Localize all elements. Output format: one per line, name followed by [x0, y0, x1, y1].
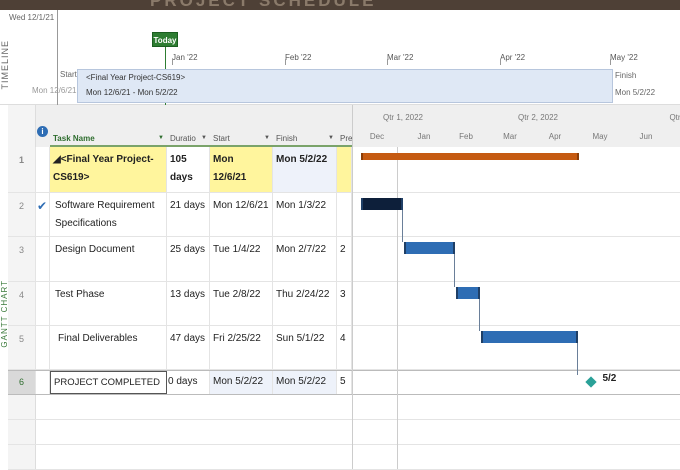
cell-num: 6	[8, 371, 36, 394]
cell-pred[interactable]	[337, 147, 352, 192]
timescale-month: Jun	[639, 132, 653, 141]
timeline-view[interactable]: TIMELINE Wed 12/1/21 Today Jan '22 Feb '…	[0, 10, 680, 105]
task-bar[interactable]	[480, 331, 578, 343]
cell-pred[interactable]: 2	[337, 237, 352, 281]
timeline-project-range: Mon 12/6/21 - Mon 5/2/22	[86, 88, 178, 97]
cell-pred[interactable]: 5	[337, 371, 352, 394]
cell-name[interactable]: Software Requirement Specifications	[50, 193, 167, 236]
column-label: Finish	[276, 134, 298, 143]
timeline-side-label: TIMELINE	[0, 40, 10, 90]
cell-num: 1	[8, 147, 36, 192]
cell-ind	[36, 326, 50, 369]
timescale-month: Mar	[503, 132, 517, 141]
dropdown-arrow-icon[interactable]: ▼	[201, 130, 207, 147]
timescale-quarter: Qtr 2, 2022	[517, 113, 559, 122]
cell-pred[interactable]: 4	[337, 326, 352, 369]
cell-finish[interactable]: Mon 2/7/22	[273, 237, 337, 281]
timeline-month: Jan '22	[172, 53, 198, 65]
cell-dur[interactable]: 13 days	[167, 282, 210, 325]
column-header-task-name[interactable]: Task Name ▼	[50, 130, 167, 147]
cell-ind	[36, 282, 50, 325]
cell-start[interactable]: Tue 1/4/22	[210, 237, 273, 281]
cell-name[interactable]: PROJECT COMPLETED	[50, 371, 167, 394]
cell-num: 5	[8, 326, 36, 369]
cell-ind: ✔	[36, 193, 50, 236]
cell-pred[interactable]	[337, 193, 352, 236]
cell-finish[interactable]: Thu 2/24/22	[273, 282, 337, 325]
timeline-project-bar[interactable]: <Final Year Project-CS619> Mon 12/6/21 -…	[77, 69, 613, 103]
column-header-finish[interactable]: Finish ▼	[273, 130, 337, 147]
timescale-month: Jan	[417, 132, 431, 141]
cell-num: 3	[8, 237, 36, 281]
timescale-month: May	[592, 132, 608, 141]
dependency-link	[454, 254, 456, 287]
column-label: Duratio	[170, 134, 196, 143]
today-marker: Today	[152, 32, 178, 47]
cell-dur[interactable]: 0 days	[167, 371, 210, 394]
gantt-chart-area[interactable]: 5/2	[352, 147, 680, 469]
timeline-month: Apr '22	[500, 53, 526, 65]
dropdown-arrow-icon[interactable]: ▼	[158, 130, 164, 147]
cell-start[interactable]: Fri 2/25/22	[210, 326, 273, 369]
cell-finish[interactable]: Mon 1/3/22	[273, 193, 337, 236]
cell-name[interactable]: ◢<Final Year Project-CS619>	[50, 147, 167, 192]
timeline-month: May '22	[610, 53, 638, 65]
banner-title: PROJECT SCHEDULE	[150, 0, 377, 10]
timescale-month: Apr	[548, 132, 562, 141]
column-label: Start	[213, 134, 230, 143]
cell-finish[interactable]: Mon 5/2/22	[273, 371, 337, 394]
cell-finish[interactable]: Mon 5/2/22	[273, 147, 337, 192]
cell-num: 4	[8, 282, 36, 325]
cell-ind	[36, 237, 50, 281]
column-label: Task Name	[53, 134, 95, 143]
cell-name[interactable]: Design Document	[50, 237, 167, 281]
timeline-project-name: <Final Year Project-CS619>	[86, 73, 186, 82]
cell-ind	[36, 147, 50, 192]
gantt-timescale: Qtr 1, 2022 Qtr 2, 2022 Qtr Dec Jan Feb …	[352, 105, 680, 147]
completed-task-bar[interactable]	[360, 198, 404, 210]
banner: PROJECT SCHEDULE	[0, 0, 680, 10]
milestone-diamond-icon[interactable]	[585, 376, 598, 388]
timeline-current-date: Wed 12/1/21	[9, 13, 55, 22]
timescale-month: Dec	[369, 132, 385, 141]
timeline-month: Mar '22	[387, 53, 414, 65]
timeline-start-date: Mon 12/6/21	[32, 86, 77, 95]
column-header-duration[interactable]: Duratio ▼	[167, 130, 210, 147]
task-bar[interactable]	[455, 287, 481, 299]
summary-bar[interactable]	[360, 153, 580, 160]
cell-dur[interactable]: 21 days	[167, 193, 210, 236]
cell-finish[interactable]: Sun 5/1/22	[273, 326, 337, 369]
cell-pred[interactable]: 3	[337, 282, 352, 325]
cell-start[interactable]: Mon 12/6/21	[210, 193, 273, 236]
cell-dur[interactable]: 25 days	[167, 237, 210, 281]
timeline-month: Feb '22	[285, 53, 312, 65]
timescale-quarter: Qtr	[669, 113, 680, 122]
cell-ind	[36, 371, 50, 394]
column-header-predecessors[interactable]: Pre	[337, 130, 352, 147]
timeline-finish-date: Mon 5/2/22	[615, 88, 656, 97]
timeline-finish-label: Finish	[615, 71, 637, 80]
cell-num: 2	[8, 193, 36, 236]
cell-name[interactable]: Test Phase	[50, 282, 167, 325]
task-bar[interactable]	[403, 242, 456, 254]
timeline-start-label: Start	[60, 70, 77, 79]
info-column-icon[interactable]: i	[37, 126, 48, 137]
timescale-month: Feb	[459, 132, 473, 141]
cell-dur[interactable]: 47 days	[167, 326, 210, 369]
timescale-quarter: Qtr 1, 2022	[382, 113, 424, 122]
dependency-link	[479, 299, 481, 331]
cell-start[interactable]: Mon 12/6/21	[210, 147, 273, 192]
cell-start[interactable]: Tue 2/8/22	[210, 282, 273, 325]
cell-start[interactable]: Mon 5/2/22	[210, 371, 273, 394]
column-header-start[interactable]: Start ▼	[210, 130, 273, 147]
dropdown-arrow-icon[interactable]: ▼	[264, 130, 270, 147]
dependency-link	[402, 210, 404, 242]
cell-name[interactable]: Final Deliverables	[50, 326, 167, 369]
dependency-link	[576, 343, 578, 375]
dropdown-arrow-icon[interactable]: ▼	[328, 130, 334, 147]
cell-dur[interactable]: 105 days	[167, 147, 210, 192]
milestone-label: 5/2	[602, 373, 617, 384]
